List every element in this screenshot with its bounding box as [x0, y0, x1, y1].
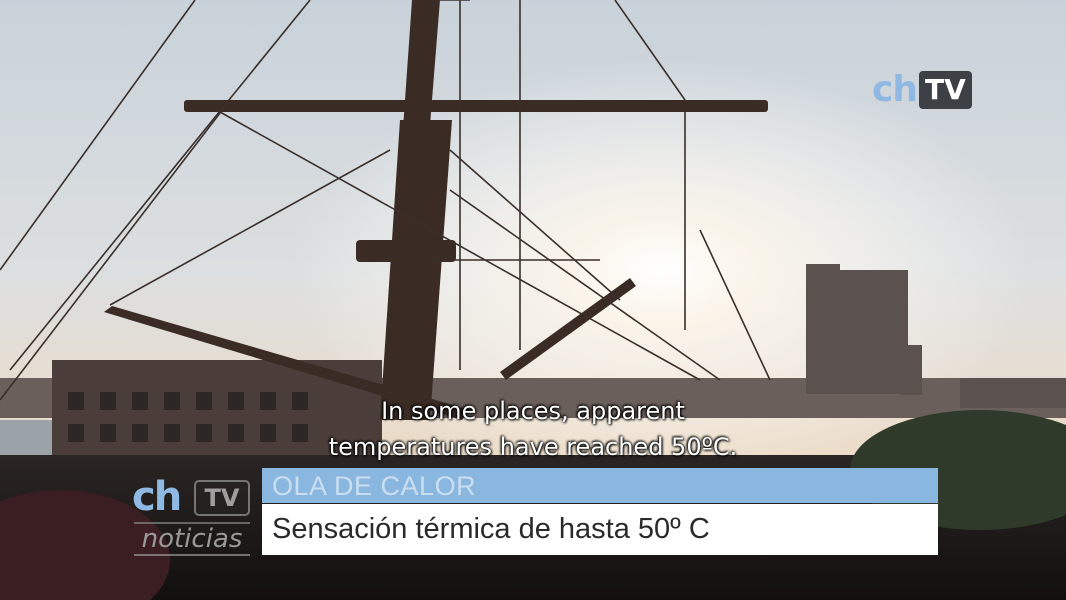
lower-third-caption: Sensación térmica de hasta 50º C [262, 504, 938, 555]
program-logo-tv: TV [194, 480, 250, 516]
program-logo-name: noticias [134, 522, 250, 556]
lower-third-headline: OLA DE CALOR [262, 468, 938, 503]
channel-logo-tv: TV [918, 71, 972, 109]
subtitle-line-2: temperatures have reached 50ºC. [328, 433, 738, 461]
program-logo: ch TV noticias [132, 474, 252, 558]
subtitle-line-1: In some places, apparent [381, 397, 685, 425]
channel-logo: ch TV [872, 70, 972, 110]
channel-logo-ch: ch [872, 69, 918, 110]
program-logo-ch: ch [132, 474, 182, 520]
